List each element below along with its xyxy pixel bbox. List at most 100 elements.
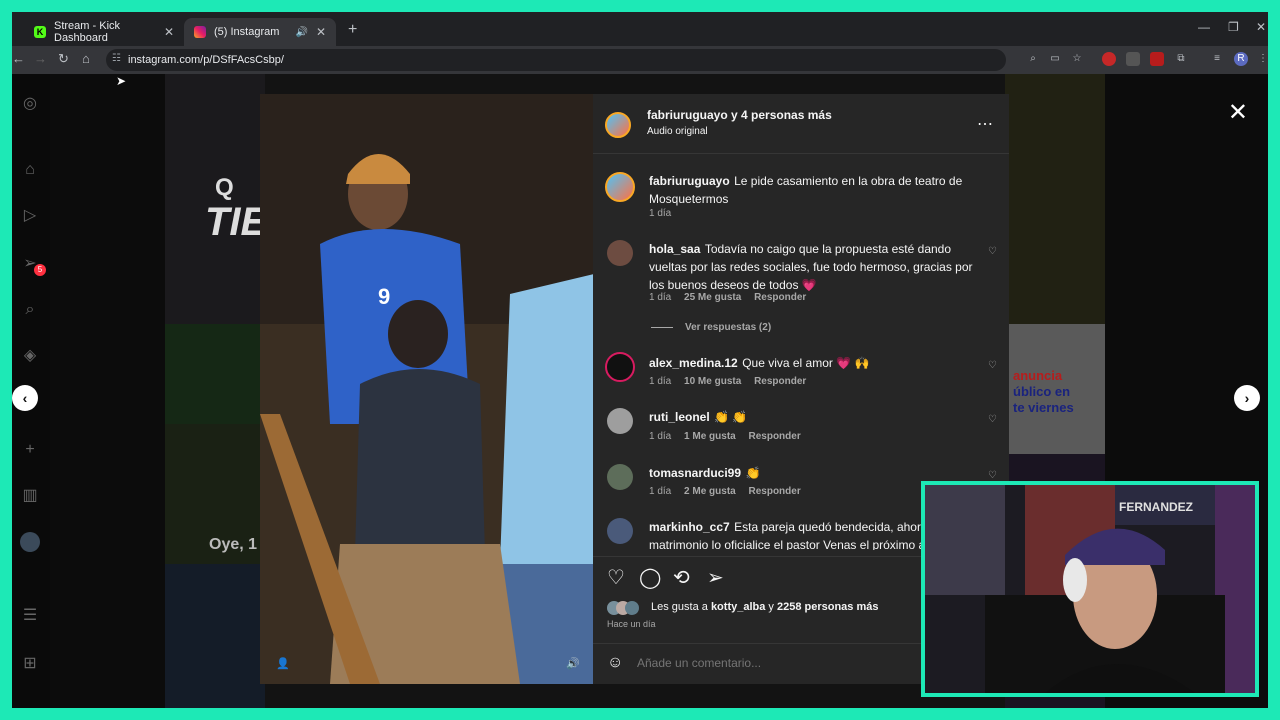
search-icon[interactable]: ⌕ bbox=[20, 300, 40, 320]
like-comment-icon[interactable]: ♡ bbox=[988, 414, 997, 425]
speaker-icon[interactable]: 🔊 bbox=[295, 27, 307, 38]
bg-overlay-text: te viernes bbox=[1013, 400, 1074, 415]
extension-icon[interactable] bbox=[1102, 52, 1116, 66]
restore-icon[interactable]: ❐ bbox=[1228, 20, 1239, 34]
bg-overlay-text: anuncia bbox=[1013, 368, 1063, 383]
close-window-icon[interactable]: ✕ bbox=[1256, 20, 1266, 34]
reply-button[interactable]: Responder bbox=[754, 292, 806, 303]
likers-avatars[interactable] bbox=[607, 601, 647, 615]
reply-button[interactable]: Responder bbox=[749, 486, 801, 497]
comment-text: 👏 bbox=[745, 466, 761, 480]
cast-icon[interactable]: ▭ bbox=[1048, 52, 1062, 66]
comment: alex_medina.12 Que viva el amor 💗 🙌 bbox=[649, 354, 979, 372]
more-menu-icon[interactable]: ☰ bbox=[20, 606, 40, 626]
commenter-avatar[interactable] bbox=[607, 518, 633, 544]
comment-meta: 1 día 25 Me gusta Responder bbox=[649, 292, 807, 303]
profile-avatar[interactable]: R bbox=[1234, 52, 1248, 66]
tagged-users-icon[interactable]: 👤 bbox=[276, 657, 290, 670]
new-tab-icon[interactable]: + bbox=[348, 21, 357, 39]
home-icon[interactable]: ⌂ bbox=[20, 160, 40, 180]
commenter-avatar[interactable] bbox=[607, 240, 633, 266]
like-comment-icon[interactable]: ♡ bbox=[988, 246, 997, 257]
menu-icon[interactable]: ⋮ bbox=[1256, 52, 1268, 66]
svg-text:9: 9 bbox=[378, 284, 390, 309]
commenter-avatar[interactable] bbox=[605, 352, 635, 382]
tab-kick[interactable]: K Stream - Kick Dashboard ✕ bbox=[24, 18, 184, 46]
zoom-icon[interactable]: ⌕ bbox=[1026, 52, 1040, 66]
explore-icon[interactable]: ◈ bbox=[20, 346, 40, 366]
tab-instagram[interactable]: (5) Instagram 🔊 ✕ bbox=[184, 18, 336, 46]
reading-list-icon[interactable]: ≡ bbox=[1210, 52, 1224, 66]
like-comment-icon[interactable]: ♡ bbox=[988, 470, 997, 481]
dashboard-icon[interactable]: ▥ bbox=[20, 486, 40, 506]
webcam-overlay: FERNANDEZ bbox=[921, 481, 1259, 697]
like-comment-icon[interactable]: ♡ bbox=[988, 360, 997, 371]
close-tab-icon[interactable]: ✕ bbox=[316, 25, 326, 39]
extension-icon[interactable] bbox=[1126, 52, 1140, 66]
comment-username[interactable]: ruti_leonel bbox=[649, 410, 710, 424]
also-from-meta-icon[interactable]: ⊞ bbox=[20, 654, 40, 674]
share-icon[interactable]: ➢ bbox=[707, 565, 724, 590]
comment: tomasnarduci99 👏 bbox=[649, 464, 979, 482]
bg-overlay-text: TIE bbox=[205, 200, 268, 244]
address-bar[interactable]: ☷ instagram.com/p/DSfFAcsCsbp/ bbox=[106, 49, 1006, 71]
instagram-logo-icon[interactable]: ◎ bbox=[20, 94, 40, 114]
comment: hola_saa Todavía no caigo que la propues… bbox=[649, 240, 979, 294]
puzzle-icon[interactable]: ⧉ bbox=[1174, 52, 1188, 66]
reel-video[interactable]: 9 👤 🔊 bbox=[260, 94, 594, 684]
reel-scene: 9 bbox=[260, 94, 594, 684]
comment-username[interactable]: markinho_cc7 bbox=[649, 520, 730, 534]
tab-title: (5) Instagram bbox=[214, 26, 280, 38]
url-text: instagram.com/p/DSfFAcsCsbp/ bbox=[128, 54, 284, 66]
reply-button[interactable]: Responder bbox=[754, 376, 806, 387]
tab-bar: K Stream - Kick Dashboard ✕ (5) Instagra… bbox=[12, 12, 1268, 46]
post-header: fabriuruguayo y 4 personas más Audio ori… bbox=[593, 94, 1009, 154]
back-icon[interactable]: ← bbox=[12, 51, 25, 66]
site-info-icon[interactable]: ☷ bbox=[112, 53, 121, 64]
comment-meta: 1 día 10 Me gusta Responder bbox=[649, 376, 807, 387]
comment-username[interactable]: hola_saa bbox=[649, 242, 700, 256]
profile-avatar[interactable] bbox=[20, 532, 40, 552]
close-modal-icon[interactable]: ✕ bbox=[1228, 98, 1248, 127]
forward-icon[interactable]: → bbox=[34, 51, 47, 66]
caption: fabriuruguayo Le pide casamiento en la o… bbox=[649, 172, 979, 208]
comment-username[interactable]: alex_medina.12 bbox=[649, 356, 738, 370]
repost-icon[interactable]: ⟲ bbox=[673, 565, 690, 590]
caption-avatar[interactable] bbox=[605, 172, 635, 202]
next-post-button[interactable]: › bbox=[1234, 385, 1260, 411]
comment: ruti_leonel 👏 👏 bbox=[649, 408, 979, 426]
comment-username[interactable]: tomasnarduci99 bbox=[649, 466, 741, 480]
author-avatar[interactable] bbox=[605, 112, 631, 138]
instagram-icon bbox=[194, 26, 206, 38]
minimize-icon[interactable]: — bbox=[1198, 20, 1210, 34]
home-icon[interactable]: ⌂ bbox=[82, 51, 90, 66]
author-username[interactable]: fabriuruguayo bbox=[647, 108, 728, 122]
audio-label[interactable]: Audio original bbox=[647, 126, 708, 137]
mouse-cursor-icon: ➤ bbox=[116, 74, 127, 88]
create-icon[interactable]: + bbox=[20, 440, 40, 460]
comment-input[interactable] bbox=[637, 654, 917, 672]
commenter-avatar[interactable] bbox=[607, 464, 633, 490]
comment-icon[interactable]: ◯ bbox=[639, 565, 661, 590]
webcam-sign-text: FERNANDEZ bbox=[1119, 500, 1193, 514]
view-replies[interactable]: Ver respuestas (2) bbox=[651, 322, 781, 333]
comment-text: Que viva el amor 💗 🙌 bbox=[742, 356, 870, 370]
webcam-scene: FERNANDEZ bbox=[925, 485, 1255, 693]
commenter-avatar[interactable] bbox=[607, 408, 633, 434]
like-icon[interactable]: ♡ bbox=[607, 565, 625, 590]
emoji-icon[interactable]: ☺ bbox=[607, 654, 623, 672]
extension-icon[interactable] bbox=[1150, 52, 1164, 66]
previous-post-button[interactable]: ‹ bbox=[12, 385, 38, 411]
collab-text[interactable]: y 4 personas más bbox=[731, 108, 832, 122]
caption-meta: 1 día bbox=[649, 208, 672, 219]
bookmark-star-icon[interactable]: ☆ bbox=[1070, 52, 1084, 66]
close-tab-icon[interactable]: ✕ bbox=[164, 25, 174, 39]
more-options-icon[interactable]: ⋯ bbox=[977, 114, 993, 134]
audio-toggle-icon[interactable]: 🔊 bbox=[566, 657, 580, 670]
caption-username[interactable]: fabriuruguayo bbox=[649, 174, 730, 188]
reply-button[interactable]: Responder bbox=[749, 431, 801, 442]
reels-icon[interactable]: ▷ bbox=[20, 206, 40, 226]
notification-badge: 5 bbox=[34, 264, 46, 276]
reload-icon[interactable]: ↻ bbox=[58, 51, 69, 67]
likes-summary: Les gusta a kotty_alba y 2258 personas m… bbox=[651, 601, 879, 613]
